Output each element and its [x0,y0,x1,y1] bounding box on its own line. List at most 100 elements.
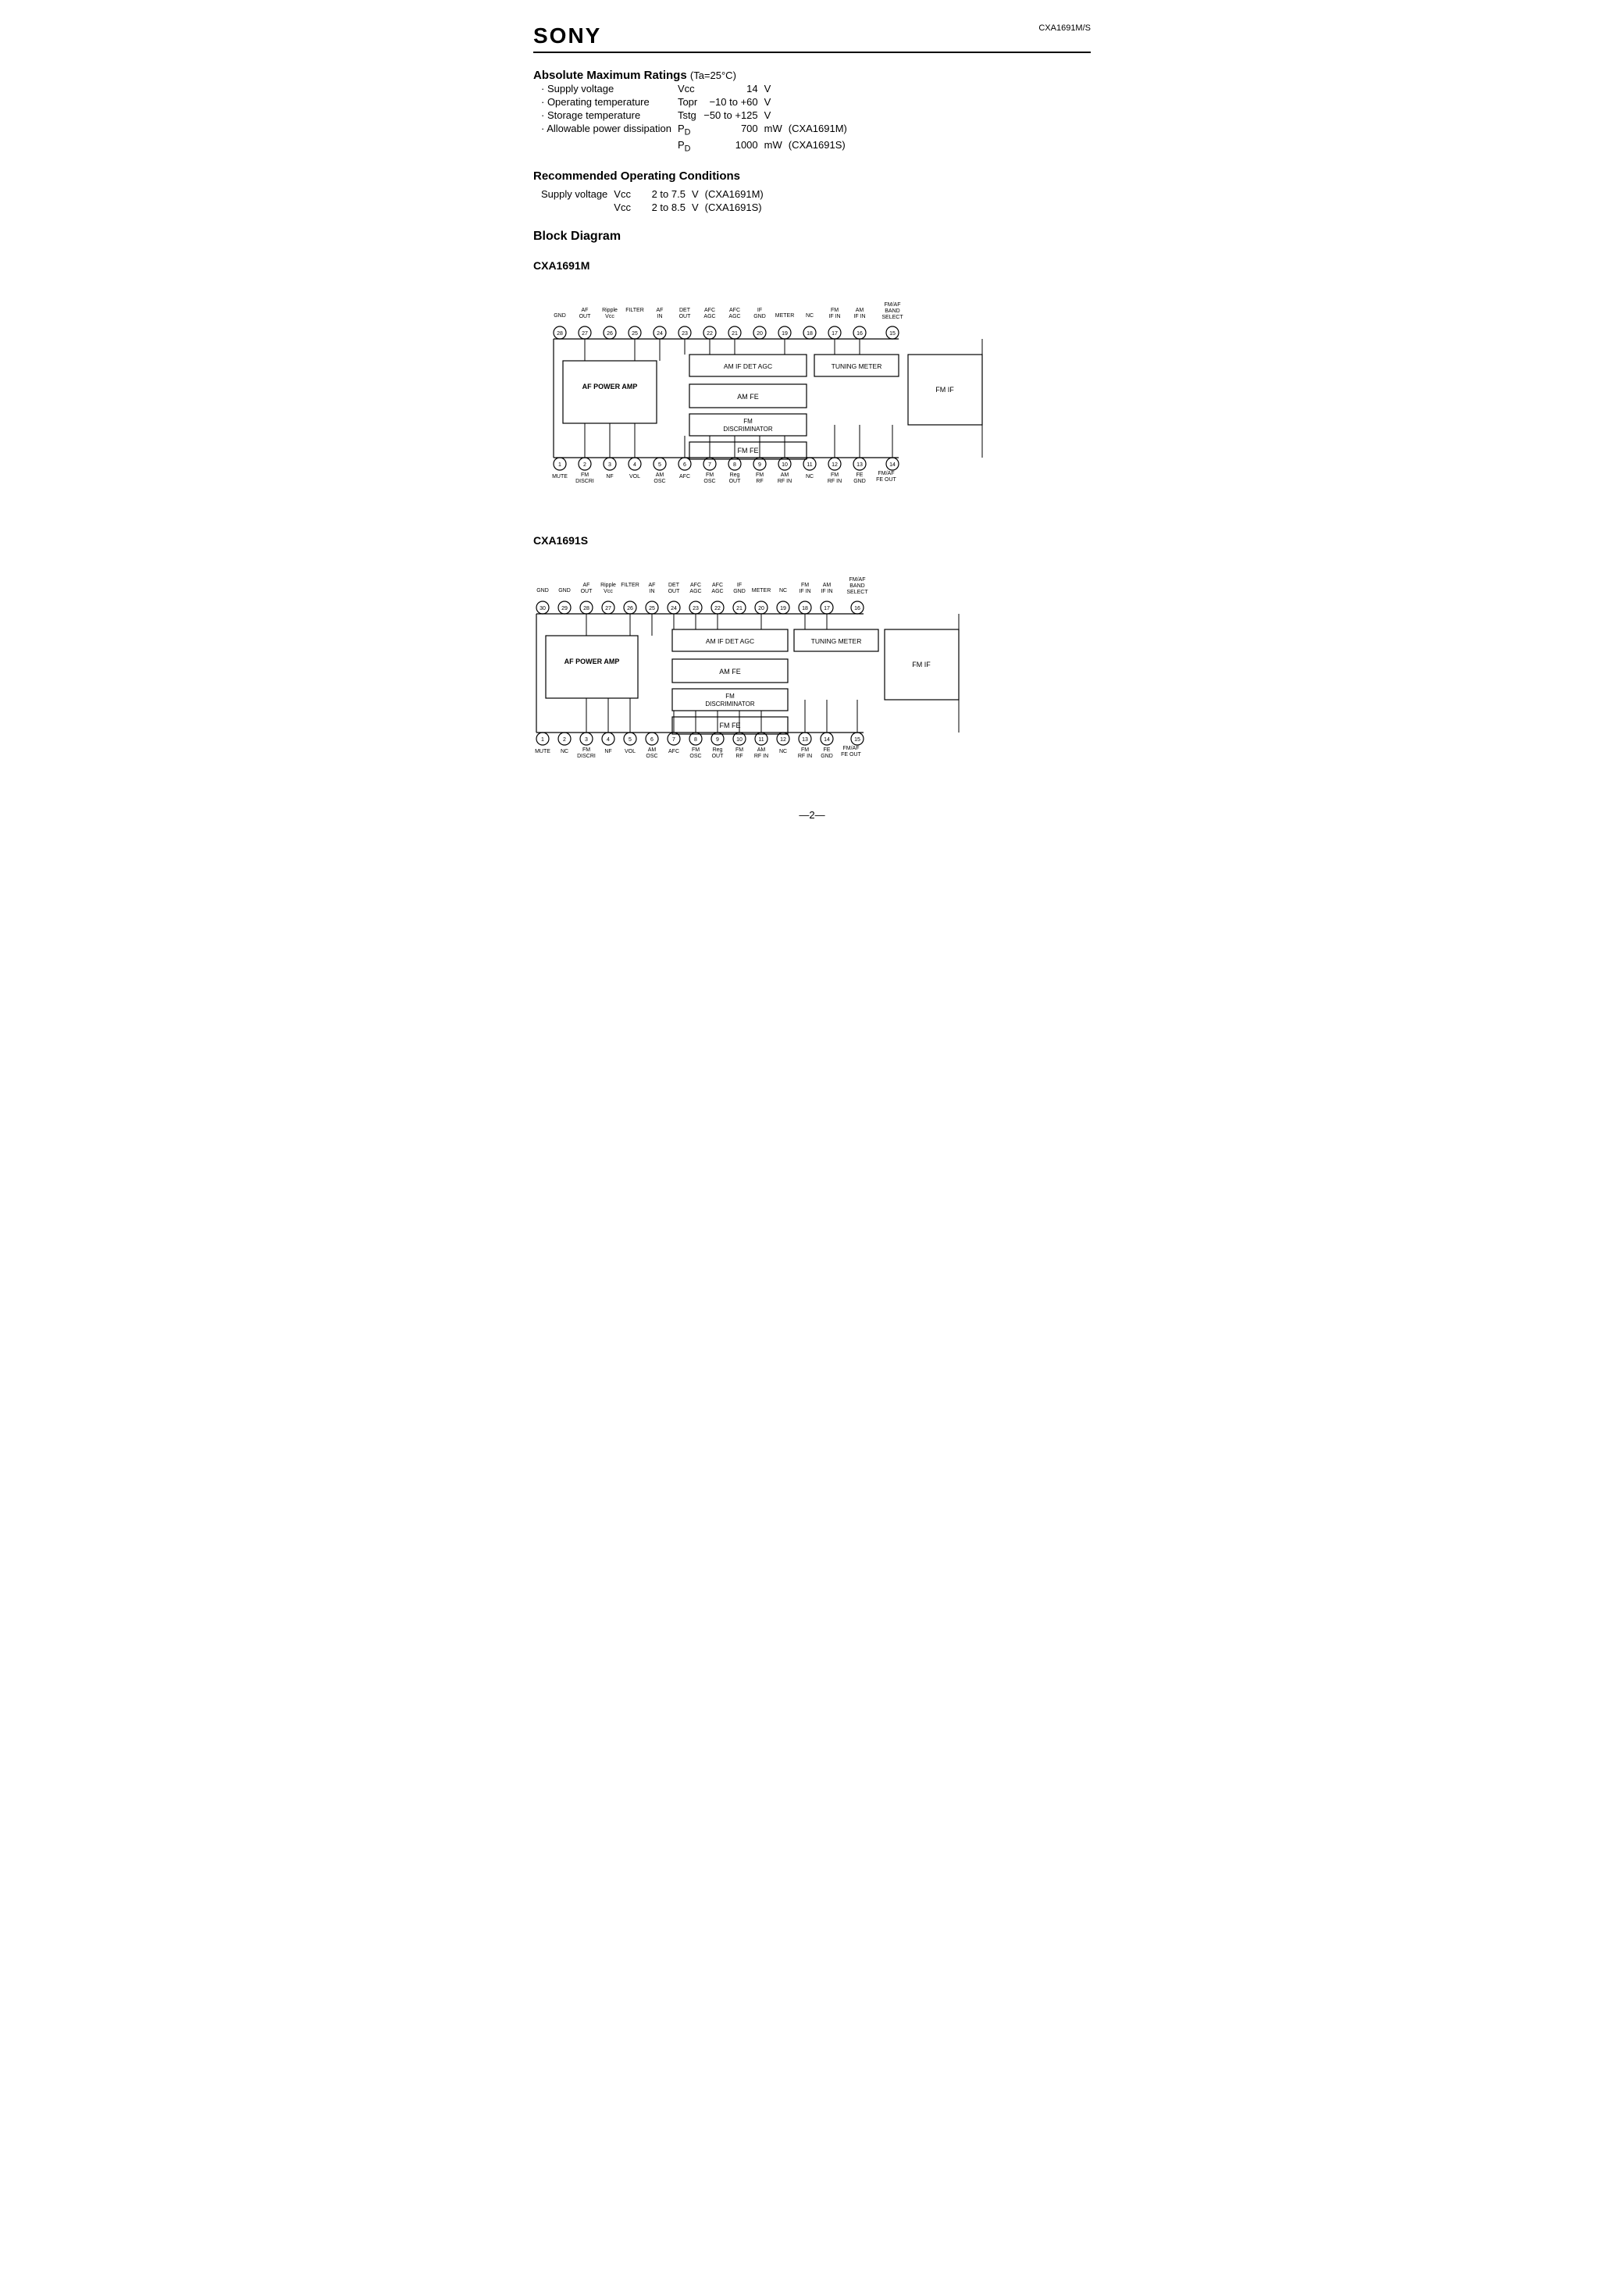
pin-number: 11 [807,462,812,468]
ratings-title: Absolute Maximum Ratings (Ta=25°C) [533,69,1091,82]
pin-label: IF IN [853,314,865,319]
pin-number: 2 [563,737,566,743]
pin-label: FE [857,472,864,478]
pin-number: 5 [629,737,632,743]
af-power-amp-block [563,361,657,423]
page-header: SONY CXA1691M/S [533,23,1091,53]
recommended-conditions: Recommended Operating Conditions Supply … [533,169,1091,214]
pin-label: Ripple [600,583,616,588]
pin-label: IF IN [821,589,832,594]
pin-label: FM [831,472,839,478]
pin-number: 6 [683,462,686,468]
pin-label: DET [668,583,680,588]
pin-label: Vcc [605,314,614,319]
pin-label: NC [779,588,787,594]
am-fe-label: AM FE [719,668,741,676]
pin-number: 8 [733,462,736,468]
pin-number: 7 [672,737,675,743]
pin-number: 26 [627,606,633,611]
pin-number: 28 [557,331,563,337]
pin-label: AF [649,583,656,588]
pin-number: 19 [780,606,786,611]
pin-label: FM [801,747,809,753]
pin-label: AM [648,747,657,753]
pin-label: MUTE [552,474,568,479]
pin-label: GND [554,313,566,319]
pin-label: AM [656,472,664,478]
pin-number: 23 [693,606,699,611]
pin-label: AM [823,583,832,588]
pin-label: DISCRI [575,479,594,484]
pin-label: NF [606,474,613,479]
pin-number: 9 [716,737,719,743]
pin-number: 24 [657,331,663,337]
pin-number: 14 [824,737,830,743]
pin-number: 13 [802,737,808,743]
pin-number: 27 [605,606,611,611]
pin-label: OUT [729,479,742,484]
pin-label: RF IN [778,479,792,484]
pin-number: 21 [732,331,738,337]
table-row: Supply voltage Vcc 2 to 7.5 V (CXA1691M) [541,187,767,201]
pin-label: FM [706,472,714,478]
ratings-table: · Supply voltage Vcc 14 V · Operating te… [541,82,850,154]
pin-number: 17 [824,606,830,611]
fm-if-label: FM IF [912,661,931,668]
pin-label: DET [679,308,691,313]
pin-number: 10 [782,462,788,468]
pin-number: 21 [736,606,743,611]
pin-label: VOL [625,749,636,754]
pin-label: AM [781,472,789,478]
pin-number: 18 [802,606,808,611]
pin-number: 1 [541,737,544,743]
pin-number: 3 [608,462,611,468]
fm-disc-label2: DISCRIMINATOR [723,426,772,433]
cxa1691s-section: CXA1691S GND GND AF OUT Ripple Vcc FILTE… [533,534,1091,793]
pin-label: FE OUT [841,752,861,758]
pin-label: OUT [579,314,592,319]
pin-label: FILTER [625,308,644,313]
pin-label: FM [801,583,809,588]
pin-label: FM/AF [849,577,866,583]
pin-label: FM [735,747,743,753]
conditions-title: Recommended Operating Conditions [533,169,1091,183]
pin-label: FM/AF [843,746,860,751]
pin-number: 29 [561,606,568,611]
pin-number: 6 [650,737,654,743]
table-row: · Allowable power dissipation PD 700 mW … [541,122,850,138]
pin-label: FM/AF [885,302,901,308]
pin-label: NC [806,313,814,319]
pin-label: GND [733,589,746,594]
pin-number: 15 [889,331,896,337]
pin-label: METER [775,313,795,319]
pin-number: 1 [558,462,561,468]
pin-number: 9 [758,462,761,468]
pin-label: AFC [690,583,701,588]
pin-label: Vcc [604,589,613,594]
pin-label: GND [821,754,833,759]
pin-label: AM [757,747,766,753]
pin-number: 22 [714,606,721,611]
pin-label: NC [561,749,568,754]
pin-number: 10 [736,737,743,743]
pin-label: AFC [712,583,723,588]
pin-label: GND [853,479,866,484]
pin-number: 12 [780,737,786,743]
page-number: —2— [533,809,1091,821]
pin-label: METER [752,588,771,594]
pin-label: AGC [703,314,715,319]
fm-if-label: FM IF [935,386,954,394]
pin-label: FE [824,747,831,753]
pin-number: 26 [607,331,613,337]
pin-number: 3 [585,737,588,743]
pin-number: 16 [857,331,863,337]
pin-label: OSC [646,754,657,759]
pin-number: 11 [758,737,764,743]
cxa1691s-title: CXA1691S [533,534,1091,547]
absolute-max-ratings: Absolute Maximum Ratings (Ta=25°C) · Sup… [533,69,1091,154]
pin-number: 8 [694,737,697,743]
pin-number: 28 [583,606,589,611]
pin-label: OUT [712,754,725,759]
fm-disc-label2: DISCRIMINATOR [705,701,754,708]
pin-label: BAND [849,583,864,589]
